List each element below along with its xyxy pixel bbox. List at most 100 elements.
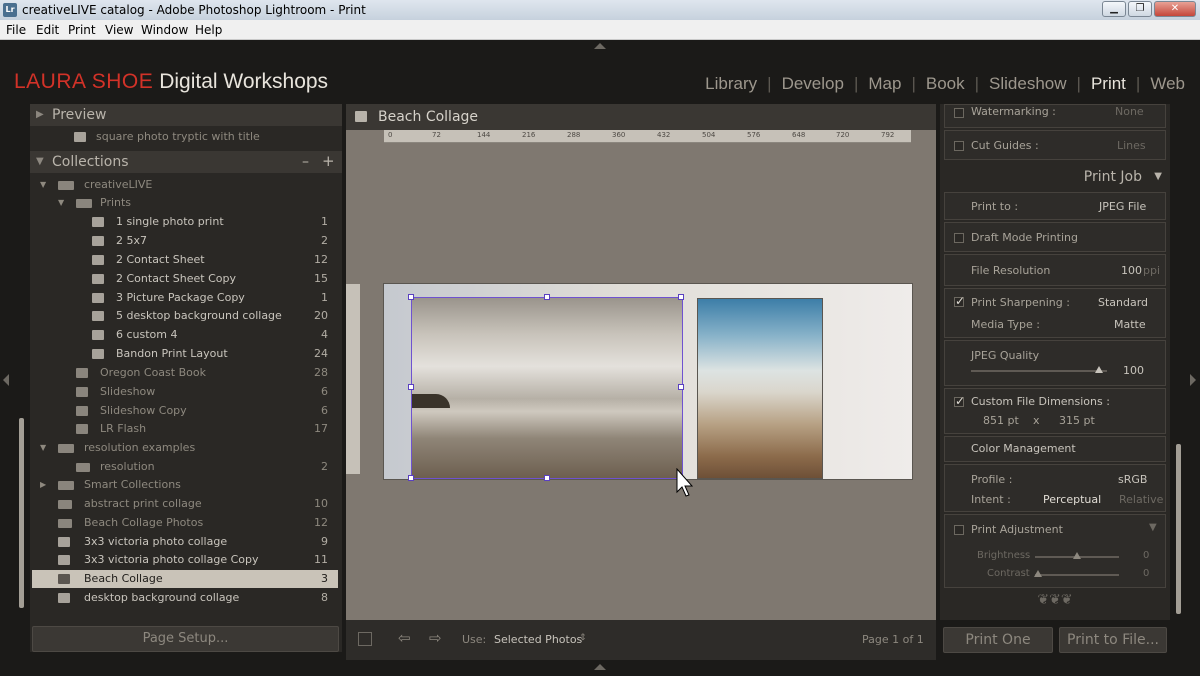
- module-print[interactable]: Print: [1091, 74, 1126, 93]
- custom-width-value[interactable]: 851 pt: [983, 414, 1019, 427]
- menu-file[interactable]: File: [6, 23, 26, 37]
- resize-handle[interactable]: [408, 475, 414, 481]
- module-map[interactable]: Map: [868, 74, 901, 93]
- file-resolution-value[interactable]: 100: [1121, 264, 1142, 277]
- module-slideshow[interactable]: Slideshow: [989, 74, 1067, 93]
- profile-dropdown[interactable]: sRGB: [1118, 473, 1147, 486]
- right-panel-scrollbar[interactable]: [1176, 444, 1181, 614]
- use-selection-dropdown[interactable]: Selected Photos: [494, 633, 582, 646]
- collection-item[interactable]: LR Flash 17: [32, 420, 338, 438]
- collapse-top-panel-icon[interactable]: [594, 43, 606, 49]
- cut-guides-value[interactable]: Lines: [1117, 139, 1146, 152]
- collection-label: 2 Contact Sheet: [116, 253, 205, 266]
- jpeg-quality-slider[interactable]: [971, 370, 1107, 372]
- intent-relative-option[interactable]: Relative: [1119, 493, 1163, 506]
- collection-item[interactable]: Bandon Print Layout 24: [32, 345, 338, 363]
- preview-header-label: Preview: [52, 107, 107, 123]
- print-one-button[interactable]: Print One: [943, 627, 1053, 653]
- collection-item[interactable]: 2 Contact Sheet Copy 15: [32, 270, 338, 288]
- template-item[interactable]: square photo tryptic with title: [32, 130, 338, 144]
- collection-item[interactable]: abstract print collage 10: [32, 495, 338, 513]
- brightness-value: 0: [1143, 550, 1150, 561]
- collection-item[interactable]: 2 Contact Sheet 12: [32, 251, 338, 269]
- cut-guides-checkbox[interactable]: [954, 141, 964, 151]
- media-type-dropdown[interactable]: Matte: [1114, 318, 1146, 331]
- sharpening-dropdown[interactable]: Standard: [1098, 296, 1148, 309]
- slider-knob[interactable]: [1073, 552, 1081, 559]
- watermark-checkbox[interactable]: [954, 108, 964, 118]
- collection-item[interactable]: Beach Collage Photos 12: [32, 514, 338, 532]
- collection-item[interactable]: 3 Picture Package Copy 1: [32, 289, 338, 307]
- restore-button[interactable]: ❐: [1128, 1, 1152, 17]
- custom-dimensions-checkbox[interactable]: [954, 394, 965, 408]
- print-job-header[interactable]: Print Job ▼: [940, 164, 1170, 190]
- page-setup-button[interactable]: Page Setup...: [32, 626, 339, 652]
- left-panel-scrollbar[interactable]: [19, 418, 24, 608]
- web-collection-icon: [76, 424, 88, 434]
- resize-handle[interactable]: [544, 294, 550, 300]
- contrast-slider[interactable]: [1035, 574, 1119, 576]
- resize-handle[interactable]: [408, 294, 414, 300]
- page-view-icon[interactable]: [358, 632, 372, 646]
- custom-height-value[interactable]: 315 pt: [1059, 414, 1095, 427]
- print-to-dropdown[interactable]: JPEG File: [1099, 200, 1146, 213]
- sharpening-checkbox[interactable]: [954, 294, 965, 308]
- collection-item-selected[interactable]: Beach Collage 3: [32, 570, 338, 588]
- ruler-tick: 504: [702, 131, 716, 139]
- collections-panel-header[interactable]: ▼ Collections – +: [30, 151, 342, 173]
- collection-item[interactable]: 6 custom 4 4: [32, 326, 338, 344]
- collapse-left-panel-icon[interactable]: [3, 374, 9, 386]
- print-adjustment-row: Print Adjustment ▼ Brightness 0 Contrast…: [944, 514, 1166, 588]
- preview-panel-header[interactable]: ▶ Preview: [30, 104, 342, 126]
- collection-set-resolution-examples[interactable]: ▼ resolution examples: [32, 439, 338, 457]
- collection-item[interactable]: 1 single photo print 1: [32, 213, 338, 231]
- jpeg-quality-value[interactable]: 100: [1123, 364, 1144, 377]
- collection-set-creativelive[interactable]: ▼ creativeLIVE: [32, 176, 338, 194]
- remove-collection-icon[interactable]: –: [302, 151, 309, 173]
- photo-cell-beach-clouds[interactable]: [411, 297, 683, 479]
- menu-window[interactable]: Window: [141, 23, 188, 37]
- menu-view[interactable]: View: [105, 23, 133, 37]
- previous-page-icon[interactable]: ⇦: [398, 629, 411, 647]
- collection-item[interactable]: Slideshow 6: [32, 383, 338, 401]
- add-collection-icon[interactable]: +: [322, 150, 335, 172]
- module-develop[interactable]: Develop: [782, 74, 844, 93]
- watermark-value[interactable]: None: [1115, 105, 1144, 118]
- collection-item[interactable]: Slideshow Copy 6: [32, 402, 338, 420]
- minimize-button[interactable]: ▁: [1102, 1, 1126, 17]
- slider-knob[interactable]: [1033, 570, 1042, 577]
- collection-item[interactable]: desktop background collage 8: [32, 589, 338, 607]
- menu-help[interactable]: Help: [195, 23, 222, 37]
- menu-edit[interactable]: Edit: [36, 23, 59, 37]
- photo-cell-beach-sky[interactable]: [697, 298, 823, 479]
- resize-handle[interactable]: [678, 384, 684, 390]
- collection-item[interactable]: 5 desktop background collage 20: [32, 307, 338, 325]
- collection-item[interactable]: 3x3 victoria photo collage Copy 11: [32, 551, 338, 569]
- identity-brand: LAURA SHOE: [14, 70, 154, 93]
- draft-mode-checkbox[interactable]: [954, 233, 964, 243]
- slider-knob[interactable]: [1094, 366, 1103, 373]
- collection-item[interactable]: 3x3 victoria photo collage 9: [32, 533, 338, 551]
- collapse-filmstrip-icon[interactable]: [594, 664, 606, 670]
- resize-handle[interactable]: [408, 384, 414, 390]
- collection-set-prints[interactable]: ▼ Prints: [32, 194, 338, 212]
- module-library[interactable]: Library: [705, 74, 757, 93]
- intent-perceptual-option[interactable]: Perceptual: [1043, 493, 1101, 506]
- ruler-tick: 72: [432, 131, 441, 139]
- print-to-file-button[interactable]: Print to File...: [1059, 627, 1167, 653]
- menu-print[interactable]: Print: [68, 23, 96, 37]
- resize-handle[interactable]: [544, 475, 550, 481]
- next-page-icon[interactable]: ⇨: [429, 629, 442, 647]
- module-book[interactable]: Book: [926, 74, 965, 93]
- close-button[interactable]: ✕: [1154, 1, 1196, 17]
- collection-item[interactable]: 2 5x7 2: [32, 232, 338, 250]
- resize-handle[interactable]: [678, 294, 684, 300]
- collection-item[interactable]: Oregon Coast Book 28: [32, 364, 338, 382]
- smart-collections-set[interactable]: ▶ Smart Collections: [32, 476, 338, 494]
- print-adjustment-checkbox[interactable]: [954, 525, 964, 535]
- collection-item[interactable]: resolution 2: [32, 458, 338, 476]
- module-web[interactable]: Web: [1150, 74, 1185, 93]
- collapse-right-panel-icon[interactable]: [1190, 374, 1196, 386]
- collection-label: desktop background collage: [84, 591, 240, 604]
- ruler-tick: 288: [567, 131, 581, 139]
